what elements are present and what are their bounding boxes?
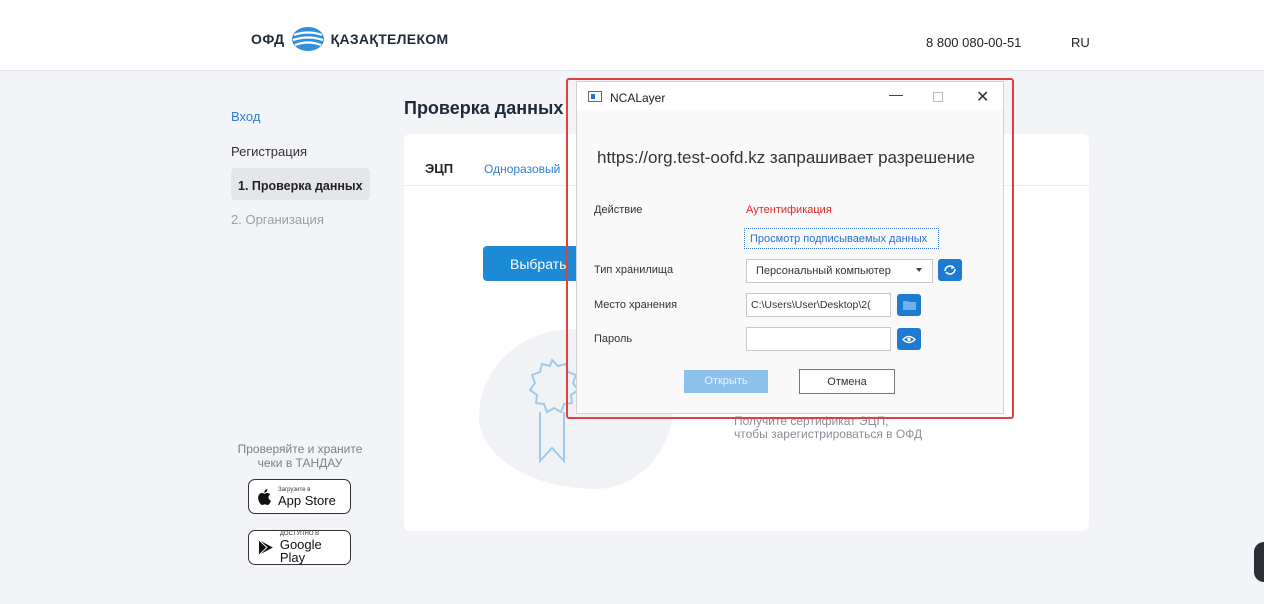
logo-ofd-text: ОФД (251, 31, 285, 47)
sidebar-item-organization: 2. Организация (231, 212, 324, 227)
google-play-button[interactable]: ДОСТУПНО В Google Play (248, 530, 351, 565)
storage-type-select[interactable]: Персональный компьютер (746, 259, 933, 283)
apple-icon (258, 488, 271, 505)
refresh-button[interactable] (938, 259, 962, 281)
dialog-title: NCALayer (610, 91, 666, 105)
google-play-label: Google Play (279, 537, 322, 565)
maximize-icon[interactable] (933, 92, 943, 102)
edge-widget[interactable] (1254, 542, 1264, 582)
close-icon[interactable]: ✕ (976, 87, 989, 107)
ncalayer-dialog: NCALayer — ✕ https://org.test-oofd.kz за… (577, 82, 1003, 413)
cancel-button[interactable]: Отмена (799, 369, 895, 394)
page-title: Проверка данных (404, 98, 564, 118)
top-header: ОФД ҚАЗАҚТЕЛЕКОМ 8 800 080-00-51 RU (0, 0, 1264, 71)
ofd-logo-icon (291, 27, 324, 51)
tab-one-time[interactable]: Одноразовый (484, 162, 560, 176)
logo-brand-text: ҚАЗАҚТЕЛЕКОМ (330, 31, 449, 47)
tab-ecp[interactable]: ЭЦП (425, 161, 453, 176)
action-label: Действие (594, 204, 643, 216)
sidebar-item-login[interactable]: Вход (231, 109, 260, 124)
password-label: Пароль (594, 333, 633, 345)
app-icon (588, 91, 602, 102)
support-phone[interactable]: 8 800 080-00-51 (926, 35, 1021, 50)
storage-type-value: Персональный компьютер (756, 265, 891, 277)
sidebar-item-registration[interactable]: Регистрация (231, 144, 307, 159)
storage-place-label: Место хранения (594, 299, 678, 311)
hint-line-2: чтобы зарегистрироваться в ОФД (734, 427, 923, 441)
storage-path-input[interactable]: C:\Users\User\Desktop\2( (746, 293, 891, 317)
action-value: Аутентификация (746, 204, 832, 216)
tandau-promo-text: Проверяйте и храните чеки в ТАНДАУ (237, 442, 363, 470)
permission-request-text: https://org.test-oofd.kz запрашивает раз… (597, 148, 975, 167)
browse-folder-button[interactable] (897, 294, 921, 316)
app-store-button[interactable]: Загрузите в App Store (248, 479, 351, 514)
open-button[interactable]: Открыть (684, 370, 768, 393)
chevron-down-icon (916, 268, 922, 272)
refresh-icon (944, 265, 956, 275)
google-play-icon (258, 539, 273, 556)
show-password-button[interactable] (897, 328, 921, 350)
sidebar-item-data-check[interactable]: 1. Проверка данных (231, 168, 370, 200)
minimize-icon[interactable]: — (889, 86, 903, 102)
language-switch[interactable]: RU (1071, 35, 1090, 50)
folder-icon (902, 301, 916, 310)
ofd-logo[interactable]: ОФД ҚАЗАҚТЕЛЕКОМ (251, 26, 448, 52)
dialog-titlebar[interactable]: NCALayer — ✕ (577, 82, 1003, 110)
storage-type-label: Тип хранилища (594, 264, 674, 276)
password-input[interactable] (746, 327, 891, 351)
app-store-label: App Store (278, 492, 336, 508)
view-signed-data-link[interactable]: Просмотр подписываемых данных (744, 228, 939, 249)
eye-icon (902, 335, 916, 343)
